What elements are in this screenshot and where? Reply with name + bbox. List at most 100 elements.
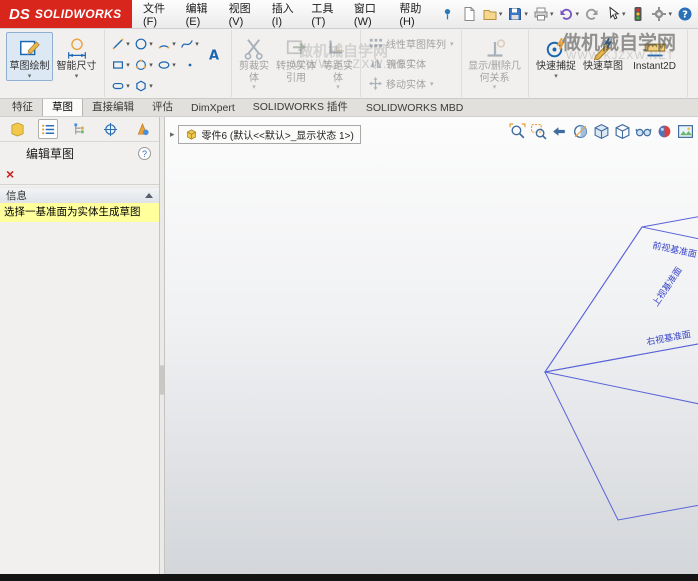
- dropdown-arrow-icon[interactable]: ▾: [28, 73, 32, 80]
- dropdown-arrow-icon[interactable]: ▾: [554, 73, 558, 80]
- displaymanager-tab[interactable]: [132, 119, 152, 139]
- dropdown-arrow-icon[interactable]: ▾: [668, 10, 672, 18]
- tab-features[interactable]: 特征: [3, 97, 42, 116]
- tab-solidworks-addins[interactable]: SOLIDWORKS 插件: [244, 97, 357, 116]
- dropdown-arrow-icon[interactable]: ▾: [75, 73, 79, 80]
- graphics-area[interactable]: 前视基准面 上视基准面 右视基准面: [165, 117, 698, 574]
- breadcrumb-arrow-icon[interactable]: ▸: [170, 129, 175, 140]
- dropdown-arrow-icon[interactable]: ▾: [126, 82, 130, 90]
- cancel-icon[interactable]: ×: [6, 167, 14, 181]
- dimxpertmanager-tab[interactable]: [101, 119, 121, 139]
- options-button[interactable]: ▾: [649, 3, 674, 25]
- circle-tool-button[interactable]: ▾: [132, 33, 155, 54]
- redo-button[interactable]: [582, 3, 602, 25]
- ellipse-tool-button[interactable]: ▾: [155, 54, 178, 75]
- smart-dimension-button[interactable]: 智能尺寸 ▾: [53, 32, 100, 81]
- instant2d-button[interactable]: Instant2D: [627, 32, 683, 74]
- sketch-draw-button[interactable]: 草图绘制 ▾: [6, 32, 53, 81]
- move-entities-button[interactable]: 移动实体 ▾: [365, 75, 437, 92]
- help-button[interactable]: [675, 3, 695, 25]
- dropdown-arrow-icon[interactable]: ▾: [172, 61, 176, 69]
- menu-edit[interactable]: 编辑(E): [179, 0, 222, 28]
- rebuild-button[interactable]: [628, 3, 648, 25]
- offset-entities-button[interactable]: 等距实体 ▾: [320, 32, 356, 92]
- zoom-fit-icon: [509, 123, 526, 140]
- configurationmanager-tab[interactable]: [70, 119, 90, 139]
- dropdown-arrow-icon[interactable]: ▾: [149, 61, 153, 69]
- dropdown-arrow-icon[interactable]: ▾: [126, 40, 130, 48]
- display-style-button[interactable]: [613, 122, 632, 141]
- spline-tool-button[interactable]: ▾: [178, 33, 201, 54]
- open-button[interactable]: ▾: [480, 3, 505, 25]
- undo-button[interactable]: ▾: [556, 3, 581, 25]
- info-section-header[interactable]: 信息: [0, 187, 159, 203]
- tab-solidworks-mbd[interactable]: SOLIDWORKS MBD: [357, 100, 472, 116]
- print-button[interactable]: ▾: [531, 3, 556, 25]
- arc-tool-button[interactable]: ▾: [155, 33, 178, 54]
- text-tool-button[interactable]: [201, 34, 227, 76]
- tab-evaluate[interactable]: 评估: [143, 97, 182, 116]
- dropdown-arrow-icon[interactable]: ▾: [524, 10, 528, 18]
- dropdown-arrow-icon[interactable]: ▾: [550, 10, 554, 18]
- tab-dimxpert[interactable]: DimXpert: [182, 100, 244, 116]
- dropdown-arrow-icon[interactable]: ▾: [172, 40, 176, 48]
- zoom-area-icon: [530, 123, 547, 140]
- hide-show-items-button[interactable]: [634, 122, 653, 141]
- menu-view[interactable]: 视图(V): [222, 0, 265, 28]
- mirror-entities-button[interactable]: 镜像实体: [365, 55, 429, 72]
- collapse-chevron-icon[interactable]: [145, 193, 153, 198]
- dropdown-arrow-icon[interactable]: ▾: [450, 40, 454, 48]
- document-tab[interactable]: 零件6 (默认<<默认>_显示状态 1>): [177, 125, 361, 144]
- menu-window[interactable]: 窗口(W): [347, 0, 392, 28]
- polygon-tool-button[interactable]: ▾: [132, 75, 155, 96]
- section-view-button[interactable]: [571, 122, 590, 141]
- zoom-area-button[interactable]: [529, 122, 548, 141]
- quick-snaps-button[interactable]: 快速捕捉 ▾: [533, 32, 580, 81]
- pin-menu-icon[interactable]: [441, 0, 454, 28]
- graphics-viewport[interactable]: 前视基准面 上视基准面 右视基准面 ▸ 零件6 (默认<<默认>_显示状态 1>…: [165, 117, 698, 574]
- dropdown-arrow-icon[interactable]: ▾: [575, 10, 579, 18]
- right-plane[interactable]: [544, 317, 698, 521]
- line-tool-button[interactable]: ▾: [109, 33, 132, 54]
- slot-tool-button[interactable]: ▾: [109, 75, 132, 96]
- trim-entities-button[interactable]: 剪裁实体 ▾: [236, 32, 272, 92]
- dropdown-arrow-icon[interactable]: ▾: [149, 82, 153, 90]
- dropdown-arrow-icon[interactable]: ▾: [336, 84, 340, 91]
- edit-appearance-button[interactable]: [655, 122, 674, 141]
- dropdown-arrow-icon[interactable]: ▾: [252, 84, 256, 91]
- apply-scene-button[interactable]: [676, 122, 695, 141]
- menu-help[interactable]: 帮助(H): [392, 0, 436, 28]
- splitter-grip[interactable]: [160, 365, 164, 395]
- menu-file[interactable]: 文件(F): [136, 0, 179, 28]
- featuremanager-tab[interactable]: [7, 119, 27, 139]
- panel-help-icon[interactable]: ?: [138, 147, 151, 160]
- glasses-icon: [635, 123, 652, 140]
- dropdown-arrow-icon[interactable]: ▾: [149, 40, 153, 48]
- new-document-button[interactable]: [459, 3, 479, 25]
- select-button[interactable]: ▾: [603, 3, 628, 25]
- dropdown-arrow-icon[interactable]: ▾: [195, 40, 199, 48]
- perimeter-circle-tool-button[interactable]: ▾: [132, 54, 155, 75]
- dropdown-arrow-icon[interactable]: ▾: [126, 61, 130, 69]
- save-button[interactable]: ▾: [505, 3, 530, 25]
- tab-direct-editing[interactable]: 直接编辑: [83, 97, 143, 116]
- menu-insert[interactable]: 插入(I): [265, 0, 305, 28]
- dropdown-arrow-icon[interactable]: ▾: [499, 10, 503, 18]
- rectangle-tool-button[interactable]: ▾: [109, 54, 132, 75]
- dropdown-arrow-icon[interactable]: ▾: [493, 84, 497, 91]
- tab-sketch[interactable]: 草图: [42, 96, 83, 116]
- view-orientation-button[interactable]: [592, 122, 611, 141]
- menu-tools[interactable]: 工具(T): [304, 0, 347, 28]
- previous-view-button[interactable]: [550, 122, 569, 141]
- rapid-sketch-button[interactable]: 快速草图: [580, 32, 627, 74]
- dropdown-arrow-icon[interactable]: ▾: [430, 80, 434, 88]
- point-tool-button[interactable]: [178, 54, 201, 75]
- convert-entities-button[interactable]: 转换实体引用: [272, 32, 320, 85]
- linear-sketch-pattern-button[interactable]: 线性草图阵列 ▾: [365, 35, 457, 52]
- dropdown-arrow-icon[interactable]: ▾: [622, 10, 626, 18]
- propertymanager-tab[interactable]: [38, 119, 59, 139]
- arc-icon: [157, 37, 171, 51]
- display-delete-relations-button[interactable]: 显示/删除几何关系 ▾: [466, 32, 524, 92]
- zoom-fit-button[interactable]: [508, 122, 527, 141]
- part-tree-icon: [10, 122, 25, 137]
